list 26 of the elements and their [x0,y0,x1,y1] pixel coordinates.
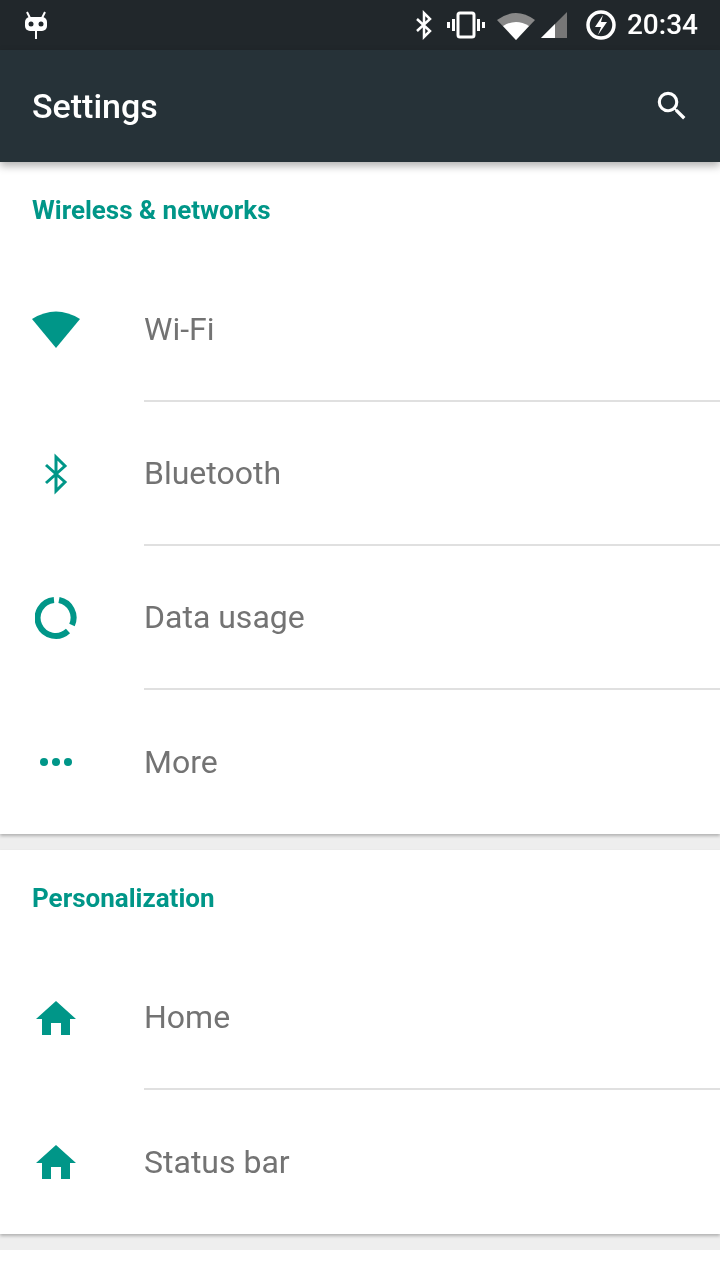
item-label: Wi-Fi [144,309,215,350]
clock-time: 20:34 [626,7,698,43]
settings-item[interactable]: More [0,690,720,834]
home-icon [36,1001,76,1035]
ring-icon [35,597,77,639]
section-header: Wireless & networks [32,193,271,227]
item-label: Home [144,997,231,1038]
settings-item[interactable]: Status bar [0,1090,720,1234]
settings-item[interactable]: Bluetooth [0,402,720,546]
settings-item[interactable]: Home [0,946,720,1090]
battery-charging-icon [584,9,617,41]
robot-icon [22,10,50,40]
item-label: Bluetooth [144,453,282,494]
item-label: More [144,742,218,783]
more-icon [39,757,73,767]
home-icon [36,1145,76,1179]
settings-item[interactable]: Wi-Fi [0,258,720,402]
item-label: Data usage [144,597,305,638]
item-label: Status bar [144,1142,290,1183]
vibrate-icon [446,10,485,40]
settings-item[interactable]: Data usage [0,546,720,690]
section-header: Personalization [32,881,215,915]
app-bar-title: Settings [32,84,159,128]
wifi-signal-icon [496,10,535,40]
bluetooth-icon [42,453,70,495]
wifi-icon [31,310,81,350]
